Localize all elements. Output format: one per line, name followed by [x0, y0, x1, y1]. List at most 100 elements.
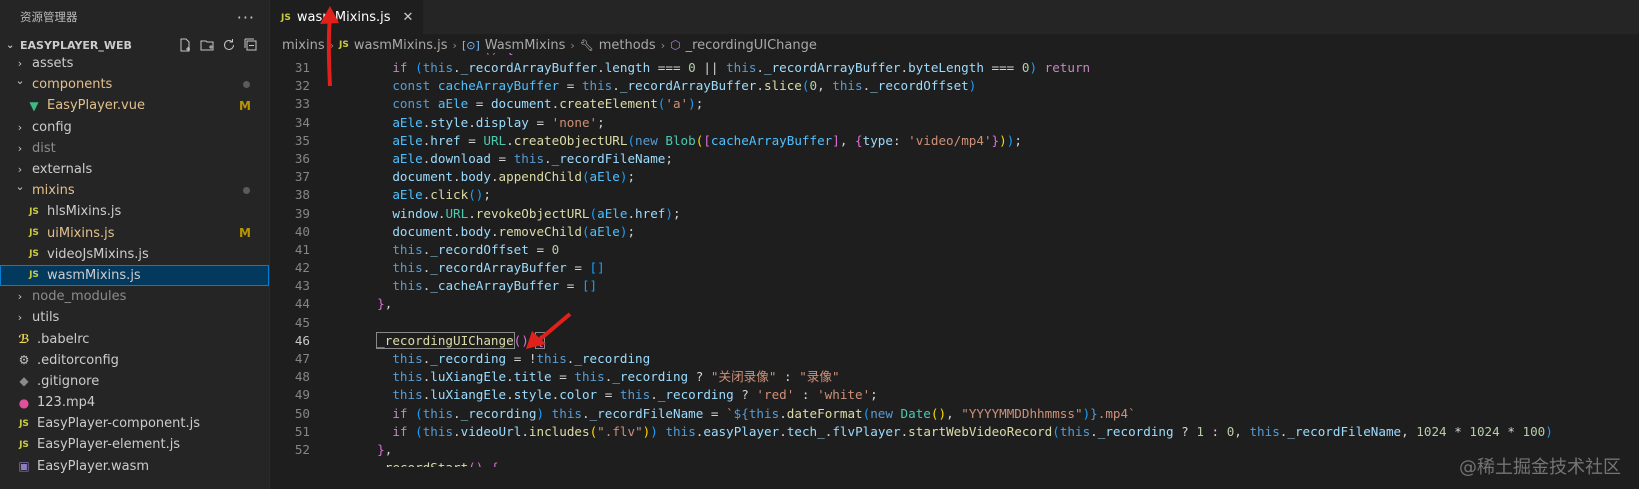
tree-item-label: assets — [32, 56, 74, 72]
new-folder-icon[interactable] — [199, 37, 215, 53]
code-line: 37 document.body.appendChild(aEle); — [270, 168, 1639, 186]
tree-file[interactable]: JS hlsMixins.js — [0, 201, 269, 222]
code-line: _recordStart() { — [270, 459, 1639, 467]
line-number: 49 — [294, 387, 310, 403]
close-icon[interactable]: ✕ — [403, 10, 414, 25]
tree-file[interactable]: ▣ EasyPlayer.wasm — [0, 456, 269, 477]
tree-item-label: hlsMixins.js — [47, 204, 122, 220]
file-tree: › assets ⌄ components ▼ EasyPlayer.vue M › confi… — [0, 53, 269, 477]
js-file-icon: JS — [29, 228, 39, 239]
tree-item-label: components — [32, 77, 113, 93]
line-number: 33 — [294, 96, 310, 112]
code-line: 47 this._recording = !this._recording — [270, 350, 1639, 368]
object-icon: [⊙] — [461, 38, 480, 52]
code-line: 44 }, — [270, 295, 1639, 313]
tree-folder[interactable]: › assets — [0, 53, 269, 74]
editor-area: JS wasmMixins.js ✕ mixins › JS wasmMixin… — [270, 0, 1639, 489]
tab-wasmmixins[interactable]: JS wasmMixins.js ✕ — [270, 0, 424, 34]
line-number: 50 — [294, 405, 310, 421]
code-line: 38 aEle.click(); — [270, 186, 1639, 204]
tree-file[interactable]: ◆ .gitignore — [0, 371, 269, 392]
code-editor[interactable]: recordDownload() { 31 if (this._recordAr… — [270, 53, 1639, 489]
tree-file[interactable]: JS uiMixins.js M — [0, 223, 269, 244]
line-number: 34 — [294, 114, 310, 130]
line-number: 32 — [294, 78, 310, 94]
line-number: 35 — [294, 132, 310, 148]
tab-bar: JS wasmMixins.js ✕ — [270, 0, 1639, 34]
tree-file[interactable]: ⚙ .editorconfig — [0, 350, 269, 371]
collapse-all-icon[interactable] — [243, 37, 259, 53]
watermark: @稀土掘金技术社区 — [1459, 457, 1621, 478]
annotation-arrow-diagonal — [526, 312, 572, 349]
line-number: 39 — [294, 205, 310, 221]
tree-item-label: node_modules — [32, 289, 127, 305]
tree-folder[interactable]: › externals — [0, 159, 269, 180]
tree-folder[interactable]: ⌄ mixins — [0, 180, 269, 201]
code-line: 52 }, — [270, 441, 1639, 459]
tree-item-label: EasyPlayer-element.js — [37, 437, 181, 453]
tree-item-label: EasyPlayer.wasm — [37, 458, 150, 474]
tree-item-label: config — [32, 119, 72, 135]
modified-dot-icon — [243, 81, 250, 89]
tree-file[interactable]: ℬ .babelrc — [0, 328, 269, 349]
tree-folder[interactable]: › node_modules — [0, 286, 269, 307]
explorer-actions — [177, 37, 269, 53]
tree-file[interactable]: JS EasyPlayer-element.js — [0, 434, 269, 455]
tree-file[interactable]: ● 123.mp4 — [0, 392, 269, 413]
ellipsis-icon[interactable]: ··· — [237, 8, 255, 27]
breadcrumb-object[interactable]: WasmMixins — [485, 38, 566, 53]
refresh-icon[interactable] — [221, 37, 237, 53]
line-number: 51 — [294, 423, 310, 439]
line-number: 41 — [294, 241, 310, 257]
chevron-right-icon: › — [17, 163, 23, 177]
code-line: 31 if (this._recordArrayBuffer.length ==… — [270, 59, 1639, 77]
tab-label: wasmMixins.js — [296, 10, 391, 25]
wrench-icon: 🔧︎ — [579, 38, 594, 52]
tree-item-label: EasyPlayer-component.js — [37, 416, 201, 432]
line-number: 31 — [294, 60, 310, 75]
chevron-right-icon: › — [17, 120, 23, 134]
line-number: 40 — [294, 223, 310, 239]
line-number: 42 — [294, 260, 310, 276]
chevron-right-icon: › — [570, 38, 575, 52]
tree-file[interactable]: JS videoJsMixins.js — [0, 244, 269, 265]
breadcrumb-file[interactable]: wasmMixins.js — [354, 38, 448, 53]
code-line: 48 this.luXiangEle.title = this._recordi… — [270, 368, 1639, 386]
explorer-sidebar: 资源管理器 ··· ⌄ EASYPLAYER_WEB › assets ⌄ compo… — [0, 0, 270, 489]
breadcrumb-methods[interactable]: methods — [599, 38, 656, 53]
code-line: 39 window.URL.revokeObjectURL(aEle.href)… — [270, 205, 1639, 223]
tree-folder[interactable]: ⌄ components — [0, 74, 269, 95]
code-line: 34 aEle.style.display = 'none'; — [270, 114, 1639, 132]
tree-item-label: uiMixins.js — [47, 225, 115, 241]
chevron-right-icon: › — [660, 38, 666, 52]
line-number: 44 — [294, 296, 310, 312]
js-file-icon: JS — [19, 418, 29, 429]
tree-file[interactable]: ▼ EasyPlayer.vue M — [0, 95, 269, 116]
explorer-header: 资源管理器 ··· — [0, 0, 269, 34]
tree-folder[interactable]: › utils — [0, 307, 269, 328]
media-file-icon: ● — [18, 395, 30, 410]
git-file-icon: ◆ — [19, 374, 29, 389]
tree-folder[interactable]: › dist — [0, 138, 269, 159]
babel-file-icon: ℬ — [18, 332, 30, 347]
project-name: EASYPLAYER_WEB — [20, 38, 132, 52]
js-file-icon: JS — [281, 12, 291, 23]
tree-folder[interactable]: › config — [0, 117, 269, 138]
code-line: 45 — [270, 314, 1639, 332]
code-line: 49 this.luXiangEle.style.color = this._r… — [270, 386, 1639, 404]
tree-item-label: .gitignore — [37, 373, 100, 389]
tree-file[interactable]: JS EasyPlayer-component.js — [0, 413, 269, 434]
chevron-down-icon: ⌄ — [15, 180, 25, 194]
tree-item-label: dist — [32, 140, 56, 156]
line-number: 38 — [294, 187, 310, 203]
line-number: 48 — [294, 369, 310, 385]
new-file-icon[interactable] — [177, 37, 193, 53]
breadcrumb-method[interactable]: _recordingUIChange — [686, 38, 817, 53]
code-line: 43 this._cacheArrayBuffer = [] — [270, 277, 1639, 295]
tree-file[interactable]: JS wasmMixins.js — [0, 264, 269, 287]
code-line-active: 46 _recordingUIChange() { — [270, 331, 1639, 350]
vue-file-icon: ▼ — [29, 98, 39, 113]
code-line: 32 const cacheArrayBuffer = this._record… — [270, 77, 1639, 95]
code-line: 42 this._recordArrayBuffer = [] — [270, 259, 1639, 277]
code-line: 51 if (this.videoUrl.includes(".flv")) t… — [270, 423, 1639, 441]
